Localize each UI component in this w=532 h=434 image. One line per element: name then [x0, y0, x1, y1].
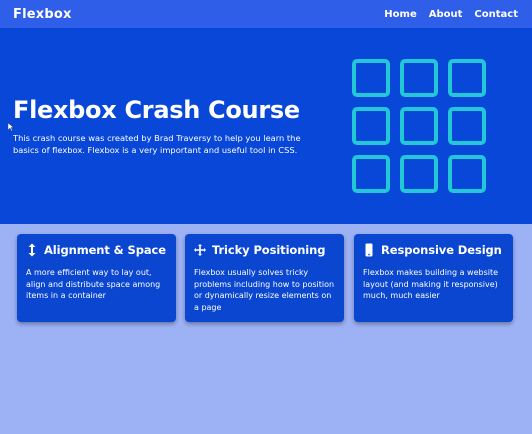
card-title: Responsive Design	[381, 243, 502, 257]
page: Flexbox Home About Contact Flexbox Crash…	[0, 0, 532, 434]
card-title: Alignment & Space	[44, 243, 166, 257]
card-text: Flexbox makes building a website layout …	[363, 268, 499, 300]
card-header: Tricky Positioning	[194, 242, 335, 258]
vertical-arrows-icon	[26, 243, 38, 257]
grid-cell	[352, 107, 390, 145]
grid-cell	[448, 107, 486, 145]
mouse-cursor-icon	[7, 122, 15, 132]
card-title: Tricky Positioning	[212, 243, 326, 257]
feature-cards: Alignment & Space A more efficient way t…	[17, 234, 513, 322]
mobile-phone-icon	[363, 243, 375, 257]
grid-cell	[448, 155, 486, 193]
card-responsive: Responsive Design Flexbox makes building…	[354, 234, 513, 322]
card-header: Alignment & Space	[26, 242, 167, 258]
grid-cell	[400, 155, 438, 193]
card-text: Flexbox usually solves tricky problems i…	[194, 268, 335, 312]
navbar: Flexbox Home About Contact	[0, 0, 532, 28]
grid-3x3-icon	[350, 57, 488, 195]
grid-cell	[448, 59, 486, 97]
card-header: Responsive Design	[363, 242, 504, 258]
hero-title: Flexbox Crash Course	[13, 96, 300, 124]
nav-links: Home About Contact	[384, 9, 518, 20]
hero-description: This crash course was created by Brad Tr…	[13, 133, 301, 155]
nav-link-contact[interactable]: Contact	[474, 9, 518, 20]
card-positioning: Tricky Positioning Flexbox usually solve…	[185, 234, 344, 322]
card-alignment: Alignment & Space A more efficient way t…	[17, 234, 176, 322]
nav-link-home[interactable]: Home	[384, 9, 416, 20]
move-arrows-icon	[194, 243, 206, 257]
grid-cell	[352, 155, 390, 193]
grid-cell	[352, 59, 390, 97]
grid-cell	[400, 107, 438, 145]
card-text: A more efficient way to lay out, align a…	[26, 268, 161, 300]
nav-link-about[interactable]: About	[429, 9, 463, 20]
brand-logo[interactable]: Flexbox	[13, 7, 72, 22]
hero-section: Flexbox Crash Course This crash course w…	[0, 28, 532, 224]
grid-cell	[400, 59, 438, 97]
